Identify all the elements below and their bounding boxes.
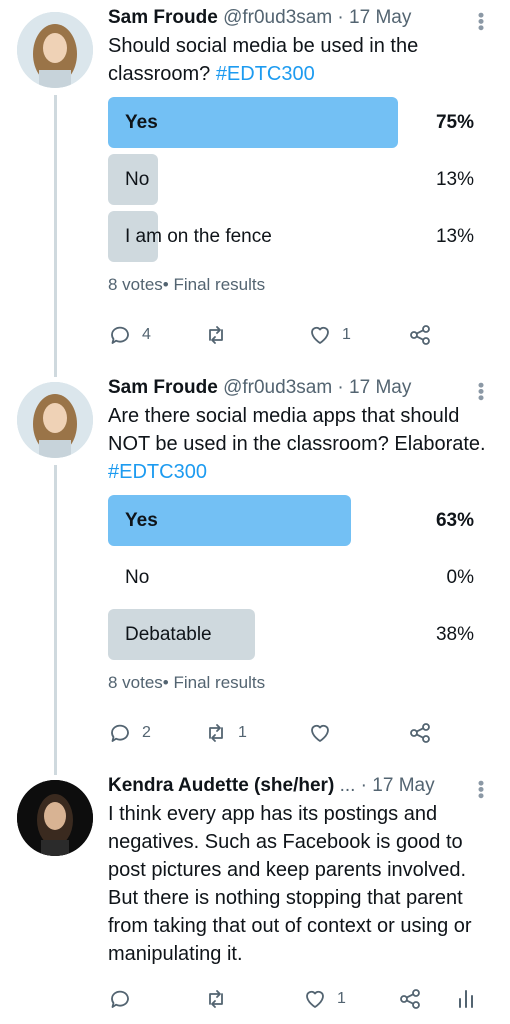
- reply-button[interactable]: [108, 984, 142, 1014]
- retweet-icon: [209, 990, 223, 1008]
- tweet-1[interactable]: Sam Froude @fr0ud3sam · 17 May Should so…: [0, 0, 510, 370]
- poll: Yes 75% No 13% I am on the fence 13%: [108, 97, 474, 268]
- poll-option-percent: 63%: [435, 510, 474, 531]
- poll-option-percent: 0%: [446, 567, 474, 588]
- separator: ·: [332, 7, 350, 28]
- tweet-date[interactable]: 17 May: [372, 775, 434, 796]
- share-button[interactable]: [408, 320, 432, 350]
- poll-option-label: Debatable: [125, 624, 212, 645]
- reply-icon: [111, 724, 129, 742]
- like-icon: [306, 990, 324, 1008]
- poll-option: No 0%: [108, 552, 474, 603]
- poll-option: Yes 75%: [108, 97, 474, 148]
- reply-button[interactable]: 4: [108, 320, 151, 350]
- action-bar: 4 1: [108, 320, 458, 350]
- poll-option-percent: 38%: [435, 624, 474, 645]
- tweet-date[interactable]: 17 May: [349, 7, 411, 28]
- like-button[interactable]: 1: [303, 984, 346, 1014]
- tweet-header: Kendra Audette (she/her) ... · 17 May: [108, 774, 490, 798]
- more-icon[interactable]: •••: [471, 780, 491, 799]
- poll-option-percent: 75%: [435, 112, 474, 133]
- tweet-3[interactable]: Kendra Audette (she/her) ... · 17 May I …: [0, 768, 510, 1024]
- poll-option-label: Yes: [125, 510, 158, 531]
- hashtag-link[interactable]: #EDTC300: [216, 63, 315, 85]
- retweet-count: 1: [238, 724, 247, 741]
- share-icon: [410, 723, 430, 743]
- analytics-icon: [459, 990, 473, 1008]
- share-button[interactable]: [408, 718, 432, 748]
- author-handle[interactable]: @fr0ud3sam: [223, 7, 332, 28]
- retweet-button[interactable]: 1: [204, 718, 247, 748]
- share-icon: [400, 989, 420, 1009]
- tweet-text: Should social media be used in the class…: [108, 32, 478, 88]
- poll-summary: 8 votes• Final results: [108, 673, 266, 692]
- author-name[interactable]: Kendra Audette (she/her): [108, 775, 334, 796]
- poll-option: Yes 63%: [108, 495, 474, 546]
- like-icon: [311, 724, 329, 742]
- retweet-icon: [209, 724, 223, 742]
- avatar[interactable]: [17, 780, 93, 856]
- author-name[interactable]: Sam Froude: [108, 7, 218, 28]
- poll-option: No 13%: [108, 154, 474, 205]
- like-button[interactable]: 1: [308, 320, 351, 350]
- separator: ·: [332, 377, 350, 398]
- poll-option-label: I am on the fence: [125, 226, 272, 247]
- like-button[interactable]: [308, 718, 342, 748]
- tweet-header: Sam Froude @fr0ud3sam · 17 May: [108, 376, 490, 400]
- avatar[interactable]: [17, 12, 93, 88]
- hashtag-link[interactable]: #EDTC300: [108, 461, 207, 483]
- like-count: 1: [342, 326, 351, 343]
- tweet-date[interactable]: 17 May: [349, 377, 411, 398]
- share-button[interactable]: [398, 984, 422, 1014]
- retweet-button[interactable]: [204, 320, 238, 350]
- author-handle[interactable]: ...: [340, 775, 356, 796]
- separator: ·: [355, 775, 373, 796]
- like-icon: [311, 326, 329, 344]
- reply-button[interactable]: 2: [108, 718, 151, 748]
- avatar[interactable]: [17, 382, 93, 458]
- retweet-icon: [209, 326, 223, 344]
- tweet-2[interactable]: Sam Froude @fr0ud3sam · 17 May Are there…: [0, 370, 510, 760]
- tweet-text-body: Are there social media apps that should …: [108, 405, 486, 455]
- author-handle[interactable]: @fr0ud3sam: [223, 377, 332, 398]
- tweet-text: I think every app has its postings and n…: [108, 803, 472, 965]
- reply-icon: [111, 326, 129, 344]
- reply-count: 4: [142, 326, 151, 343]
- poll: Yes 63% No 0% Debatable 38%: [108, 495, 474, 666]
- like-count: 1: [337, 990, 346, 1007]
- poll-option-percent: 13%: [435, 226, 474, 247]
- poll-option: Debatable 38%: [108, 609, 474, 660]
- poll-option: I am on the fence 13%: [108, 211, 474, 262]
- tweet-header: Sam Froude @fr0ud3sam · 17 May: [108, 6, 490, 30]
- poll-option-label: No: [125, 567, 150, 588]
- action-bar: 1: [108, 984, 478, 1014]
- author-name[interactable]: Sam Froude: [108, 377, 218, 398]
- poll-option-percent: 13%: [435, 169, 474, 190]
- action-bar: 2 1: [108, 718, 458, 748]
- poll-summary: 8 votes• Final results: [108, 275, 266, 294]
- poll-option-label: No: [125, 169, 150, 190]
- more-icon[interactable]: •••: [471, 12, 491, 31]
- reply-count: 2: [142, 724, 151, 741]
- more-icon[interactable]: •••: [471, 382, 491, 401]
- tweet-text: Are there social media apps that should …: [108, 402, 493, 486]
- retweet-button[interactable]: [204, 984, 238, 1014]
- analytics-button[interactable]: [454, 984, 478, 1014]
- poll-option-label: Yes: [125, 112, 158, 133]
- share-icon: [410, 325, 430, 345]
- reply-icon: [111, 990, 129, 1008]
